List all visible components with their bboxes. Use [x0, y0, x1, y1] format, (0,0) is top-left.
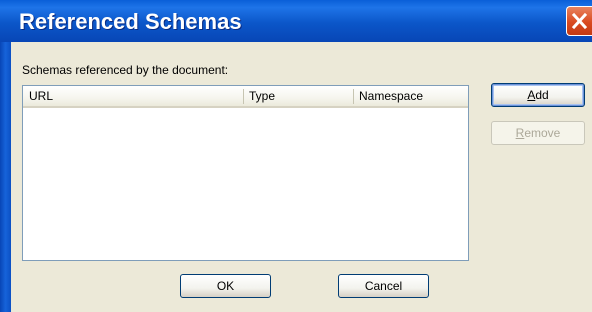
- schemas-label: Schemas referenced by the document:: [22, 63, 229, 77]
- remove-label-rest: emove: [524, 126, 561, 140]
- schemas-list[interactable]: URL Type Namespace: [22, 85, 469, 261]
- cancel-button[interactable]: Cancel: [338, 274, 429, 298]
- column-header-namespace[interactable]: Namespace: [353, 86, 468, 106]
- column-header-type[interactable]: Type: [243, 86, 353, 106]
- window-frame-left: [0, 42, 11, 312]
- remove-mnemonic: R: [515, 126, 525, 140]
- dialog-title: Referenced Schemas: [19, 9, 242, 34]
- add-button[interactable]: Add: [491, 83, 585, 107]
- list-header: URL Type Namespace: [23, 86, 468, 108]
- column-header-url[interactable]: URL: [23, 86, 243, 106]
- ok-button[interactable]: OK: [180, 274, 271, 298]
- close-icon: [571, 12, 588, 30]
- title-bar[interactable]: Referenced Schemas: [0, 0, 592, 42]
- add-label-rest: dd: [535, 88, 549, 102]
- close-button[interactable]: [566, 6, 592, 36]
- remove-button[interactable]: Remove: [491, 121, 585, 145]
